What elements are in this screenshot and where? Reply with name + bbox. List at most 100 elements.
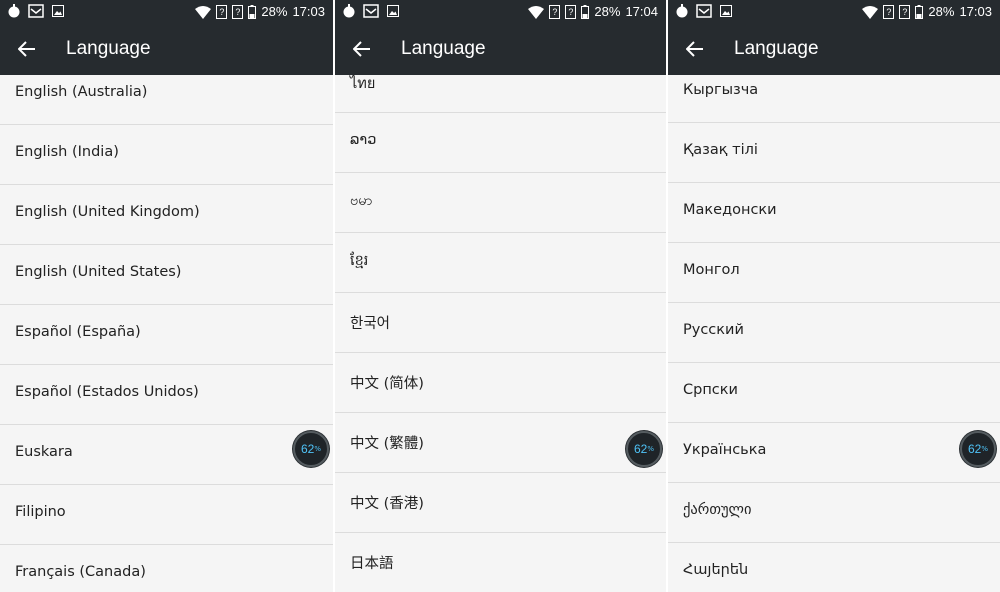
battery-icon bbox=[581, 4, 590, 20]
list-item[interactable]: English (Australia) bbox=[0, 75, 333, 125]
list-item[interactable]: ខ្មែរ bbox=[335, 233, 666, 293]
list-item[interactable]: Українська bbox=[668, 423, 1000, 483]
badge-value: 62 bbox=[633, 442, 648, 456]
language-label: ქართული bbox=[683, 502, 752, 518]
list-item[interactable]: Македонски bbox=[668, 183, 1000, 243]
back-arrow-icon[interactable] bbox=[16, 38, 38, 60]
language-label: 中文 (香港) bbox=[350, 496, 424, 512]
language-label: Español (España) bbox=[15, 324, 141, 340]
battery-percent: 28% bbox=[261, 4, 288, 19]
memory-boost-badge[interactable]: 62% bbox=[960, 431, 996, 467]
language-label: Српски bbox=[683, 382, 738, 398]
badge-unit: % bbox=[647, 445, 654, 453]
language-label: English (United States) bbox=[15, 264, 182, 280]
image-notification-icon bbox=[385, 3, 401, 19]
language-label: English (United Kingdom) bbox=[15, 204, 200, 220]
page-title: Language bbox=[66, 38, 151, 59]
list-item[interactable]: ဗမာ bbox=[335, 173, 666, 233]
status-bar: ? ? 28% 17:03 bbox=[0, 0, 333, 24]
badge-value: 62 bbox=[300, 442, 315, 456]
image-notification-icon bbox=[50, 3, 66, 19]
status-bar: ? ? 28% 17:04 bbox=[335, 0, 666, 24]
wifi-icon bbox=[195, 4, 212, 20]
list-item[interactable]: Русский bbox=[668, 303, 1000, 363]
language-label: Français (Canada) bbox=[15, 564, 146, 580]
list-item[interactable]: ไทย bbox=[335, 75, 666, 113]
list-item[interactable]: Français (Canada) bbox=[0, 545, 333, 592]
language-label: Filipino bbox=[15, 504, 66, 520]
list-item[interactable]: Euskara bbox=[0, 425, 333, 485]
list-item[interactable]: 中文 (繁體) bbox=[335, 413, 666, 473]
battery-icon bbox=[248, 4, 257, 20]
language-label: Українська bbox=[683, 442, 767, 458]
language-label: ខ្មែរ bbox=[350, 253, 369, 269]
status-bar: ? ? 28% 17:03 bbox=[668, 0, 1000, 24]
back-arrow-icon[interactable] bbox=[351, 38, 373, 60]
language-label: 中文 (简体) bbox=[350, 376, 424, 392]
mail-notification-icon bbox=[696, 3, 712, 19]
battery-percent: 28% bbox=[594, 4, 621, 19]
memory-boost-badge[interactable]: 62% bbox=[626, 431, 662, 467]
language-list[interactable]: ไทย ລາວ ဗမာ ខ្មែរ 한국어 中文 (简体) 中文 (繁體) 中文… bbox=[335, 75, 666, 592]
app-bar: Language bbox=[335, 24, 666, 75]
wifi-icon bbox=[528, 4, 545, 20]
list-item[interactable]: English (United States) bbox=[0, 245, 333, 305]
clock: 17:04 bbox=[625, 4, 658, 19]
language-label: Español (Estados Unidos) bbox=[15, 384, 199, 400]
app-notification-icon bbox=[341, 3, 357, 19]
app-bar: Language bbox=[668, 24, 1000, 75]
badge-value: 62 bbox=[967, 442, 982, 456]
list-item[interactable]: Српски bbox=[668, 363, 1000, 423]
signal-sim2-icon: ? bbox=[899, 5, 911, 19]
signal-sim2-icon: ? bbox=[232, 5, 244, 19]
app-notification-icon bbox=[674, 3, 690, 19]
list-item[interactable]: Español (Estados Unidos) bbox=[0, 365, 333, 425]
list-item[interactable]: English (India) bbox=[0, 125, 333, 185]
mail-notification-icon bbox=[28, 3, 44, 19]
language-label: Հայերեն bbox=[683, 562, 749, 578]
list-item[interactable]: English (United Kingdom) bbox=[0, 185, 333, 245]
language-label: 한국어 bbox=[350, 316, 391, 332]
list-item[interactable]: Español (España) bbox=[0, 305, 333, 365]
list-item[interactable]: ქართული bbox=[668, 483, 1000, 543]
clock: 17:03 bbox=[959, 4, 992, 19]
page-title: Language bbox=[401, 38, 486, 59]
app-bar: Language bbox=[0, 24, 333, 75]
page-title: Language bbox=[734, 38, 819, 59]
list-item[interactable]: Հայերեն bbox=[668, 543, 1000, 592]
list-item[interactable]: Filipino bbox=[0, 485, 333, 545]
back-arrow-icon[interactable] bbox=[684, 38, 706, 60]
badge-unit: % bbox=[981, 445, 988, 453]
language-label: English (India) bbox=[15, 144, 119, 160]
wifi-icon bbox=[862, 4, 879, 20]
signal-sim1-icon: ? bbox=[216, 5, 228, 19]
language-list[interactable]: English (Australia) English (India) Engl… bbox=[0, 75, 333, 592]
clock: 17:03 bbox=[292, 4, 325, 19]
language-list[interactable]: Кыргызча Қазақ тілі Македонски Монгол Ру… bbox=[668, 75, 1000, 592]
language-label: Қазақ тілі bbox=[683, 142, 758, 158]
list-item[interactable]: 日本語 bbox=[335, 533, 666, 592]
language-label: Монгол bbox=[683, 262, 740, 278]
list-item[interactable]: Монгол bbox=[668, 243, 1000, 303]
mail-notification-icon bbox=[363, 3, 379, 19]
app-notification-icon bbox=[6, 3, 22, 19]
badge-unit: % bbox=[314, 445, 321, 453]
memory-boost-badge[interactable]: 62% bbox=[293, 431, 329, 467]
signal-sim1-icon: ? bbox=[549, 5, 561, 19]
language-label: Македонски bbox=[683, 202, 777, 218]
list-item[interactable]: Кыргызча bbox=[668, 75, 1000, 123]
language-label: ລາວ bbox=[350, 132, 377, 148]
list-item[interactable]: 中文 (简体) bbox=[335, 353, 666, 413]
image-notification-icon bbox=[718, 3, 734, 19]
battery-icon bbox=[915, 4, 924, 20]
list-item[interactable]: 中文 (香港) bbox=[335, 473, 666, 533]
screen-middle: ? ? 28% 17:04 Language ไทย ລາວ ဗမာ ខ្មែរ… bbox=[335, 0, 666, 592]
list-item[interactable]: ລາວ bbox=[335, 113, 666, 173]
battery-percent: 28% bbox=[928, 4, 955, 19]
screen-left: ? ? 28% 17:03 Language English (Australi… bbox=[0, 0, 333, 592]
list-item[interactable]: Қазақ тілі bbox=[668, 123, 1000, 183]
language-label: ไทย bbox=[350, 76, 376, 92]
list-item[interactable]: 한국어 bbox=[335, 293, 666, 353]
language-label: English (Australia) bbox=[15, 84, 148, 100]
language-label: 日本語 bbox=[350, 556, 394, 572]
